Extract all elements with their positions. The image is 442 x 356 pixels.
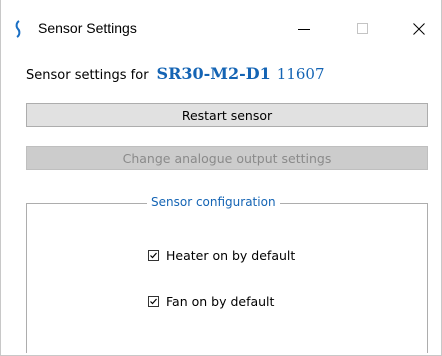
group-legend: Sensor configuration [147, 195, 280, 209]
checkmark-icon [150, 298, 157, 305]
restart-sensor-label: Restart sensor [181, 107, 273, 123]
maximize-icon [357, 20, 369, 39]
heater-checkbox-box[interactable] [148, 250, 159, 261]
sensor-header: Sensor settings for SR30-M2-D1 11607 [26, 64, 325, 84]
minimize-icon [298, 20, 310, 39]
heater-label: Heater on by default [166, 248, 296, 263]
analogue-output-settings-label: Change analogue output settings [122, 150, 332, 166]
title-bar[interactable]: Sensor Settings [1, 0, 441, 56]
window-title: Sensor Settings [38, 20, 137, 36]
sensor-model: SR30-M2-D1 [156, 64, 271, 83]
maximize-button[interactable] [343, 14, 383, 44]
fan-checkbox[interactable]: Fan on by default [148, 294, 274, 309]
header-prefix: Sensor settings for [26, 68, 149, 83]
minimize-button[interactable] [284, 14, 324, 44]
checkmark-icon [150, 252, 157, 259]
close-button[interactable] [399, 14, 439, 44]
fan-label: Fan on by default [166, 294, 275, 309]
restart-sensor-button[interactable]: Restart sensor [26, 103, 428, 127]
fan-checkbox-box[interactable] [148, 296, 159, 307]
heater-checkbox[interactable]: Heater on by default [148, 248, 295, 263]
sensor-configuration-group: Sensor configuration Heater on by defaul… [26, 195, 428, 353]
analogue-output-settings-button[interactable]: Change analogue output settings [26, 146, 428, 170]
close-icon [413, 20, 425, 39]
sensor-serial: 11607 [276, 65, 325, 83]
sensor-app-icon [14, 20, 22, 38]
sensor-settings-window: Sensor Settings Sensor settings for SR30… [0, 0, 442, 356]
